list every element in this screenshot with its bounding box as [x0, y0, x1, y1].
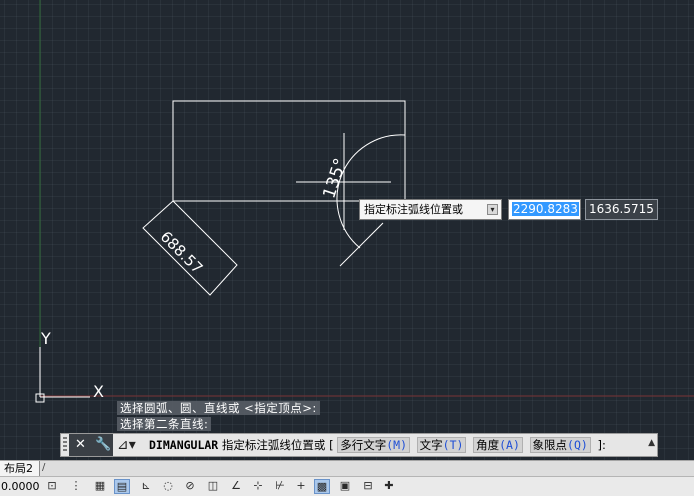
command-tail: ]:	[597, 438, 606, 452]
quick-properties-icon[interactable]: ▩	[314, 479, 330, 494]
infer-constraints-icon[interactable]: ⊡	[44, 479, 60, 494]
status-bar: 0.0000 ⊡ ⋮ ▦ ▤ ⊾ ◌ ⊘ ◫ ∠ ⊹ ⊬ + ▩ ▣ ⊟ ✚	[0, 476, 694, 496]
command-history-line: 选择圆弧、圆、直线或 <指定顶点>:	[117, 401, 320, 415]
ucs-y-label: Y	[40, 329, 51, 348]
transparency-icon[interactable]: +	[293, 479, 309, 494]
ortho-icon[interactable]: ▤	[114, 479, 130, 494]
3dosnap-icon[interactable]: ⊘	[182, 479, 198, 494]
dynamic-input-prompt[interactable]: 指定标注弧线位置或 ▾	[359, 199, 502, 220]
cleanscreen-icon[interactable]: ✚	[381, 479, 397, 494]
grid-icon[interactable]: ▦	[92, 479, 108, 494]
dynamic-input-y-value[interactable]: 1636.5715	[589, 202, 654, 216]
dynamic-input-x-value[interactable]: 2290.8283	[512, 202, 579, 216]
dynamic-input-x-field[interactable]: 2290.8283	[508, 199, 581, 220]
command-line[interactable]: ✕ 🔧 ⊿▾ DIMANGULAR 指定标注弧线位置或 [ 多行文字(M) 文字…	[60, 433, 658, 457]
tab-layout2[interactable]: 布局2	[0, 461, 40, 476]
drawing-area[interactable]: 688.57 135° Y X	[0, 0, 694, 460]
command-name: DIMANGULAR	[149, 438, 219, 452]
linear-dimension-text[interactable]: 688.57	[157, 228, 207, 278]
ducs-icon[interactable]: ∠	[228, 479, 244, 494]
snap-icon[interactable]: ⋮	[68, 479, 84, 494]
annotation-monitor-icon[interactable]: ⊟	[360, 479, 376, 494]
customize-wrench-icon[interactable]: 🔧	[95, 434, 111, 456]
angular-dimension-icon[interactable]: ⊿▾	[117, 437, 136, 453]
dyn-icon[interactable]: ⊹	[250, 479, 266, 494]
scroll-up-icon[interactable]: ▲	[648, 438, 655, 448]
dynamic-input-prompt-text: 指定标注弧线位置或	[364, 203, 463, 216]
polar-icon[interactable]: ⊾	[138, 479, 154, 494]
command-line-text[interactable]: DIMANGULAR 指定标注弧线位置或 [ 多行文字(M) 文字(T) 角度(…	[149, 434, 606, 456]
dynamic-input-y-field[interactable]: 1636.5715	[585, 199, 658, 220]
angle-extension-line-2	[339, 222, 384, 267]
command-line-grip[interactable]	[63, 437, 67, 453]
angle-dimension-text[interactable]: 135°	[319, 156, 351, 201]
option-angle[interactable]: 角度(A)	[473, 437, 523, 453]
layout-tab-bar: 布局2 /	[0, 460, 694, 477]
close-icon[interactable]: ✕	[75, 434, 86, 456]
option-quadrant[interactable]: 象限点(Q)	[529, 437, 591, 453]
option-text[interactable]: 文字(T)	[416, 437, 467, 453]
drawing-canvas[interactable]: 688.57 135° Y X	[0, 0, 694, 460]
otrack-icon[interactable]: ◫	[205, 479, 221, 494]
osnap-icon[interactable]: ◌	[160, 479, 176, 494]
lineweight-icon[interactable]: ⊬	[272, 479, 288, 494]
selection-cycling-icon[interactable]: ▣	[337, 479, 353, 494]
command-history-line: 选择第二条直线:	[117, 417, 212, 431]
rectangle-entity[interactable]	[172, 100, 406, 202]
option-mtext[interactable]: 多行文字(M)	[337, 437, 410, 453]
options-dropdown-icon[interactable]: ▾	[487, 204, 498, 215]
ucs-x-label: X	[93, 382, 104, 401]
command-prompt: 指定标注弧线位置或	[221, 438, 326, 452]
tab-scroll-icon[interactable]: /	[42, 462, 45, 473]
coordinate-readout[interactable]: 0.0000	[0, 477, 40, 496]
angle-dimension-arc[interactable]	[336, 134, 406, 249]
command-line-controls: ✕ 🔧	[69, 434, 113, 456]
